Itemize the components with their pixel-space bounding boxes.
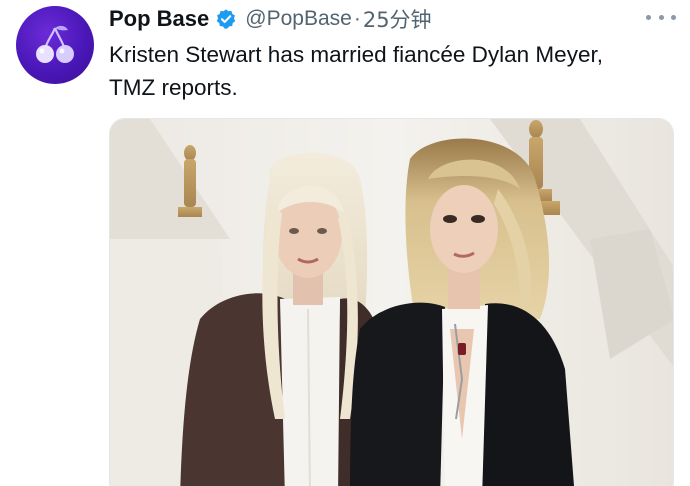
author-avatar[interactable] bbox=[16, 6, 94, 84]
separator-dot: · bbox=[353, 7, 361, 30]
cherries-icon bbox=[36, 25, 74, 63]
tweet-photo[interactable] bbox=[109, 118, 674, 486]
author-display-name[interactable]: Pop Base bbox=[109, 6, 209, 32]
more-options-icon[interactable] bbox=[646, 7, 676, 27]
tweet-text: Kristen Stewart has married fiancée Dyla… bbox=[109, 42, 603, 100]
photo-two-women-at-event bbox=[110, 119, 673, 486]
author-handle[interactable]: @PopBase bbox=[245, 7, 352, 31]
verified-badge-icon bbox=[215, 8, 237, 30]
tweet-card[interactable]: Pop Base @PopBase · 25分钟 Kristen Stewart… bbox=[0, 0, 690, 486]
tweet-header: Pop Base @PopBase · 25分钟 bbox=[109, 4, 432, 34]
tweet-timestamp[interactable]: 25分钟 bbox=[363, 4, 432, 34]
